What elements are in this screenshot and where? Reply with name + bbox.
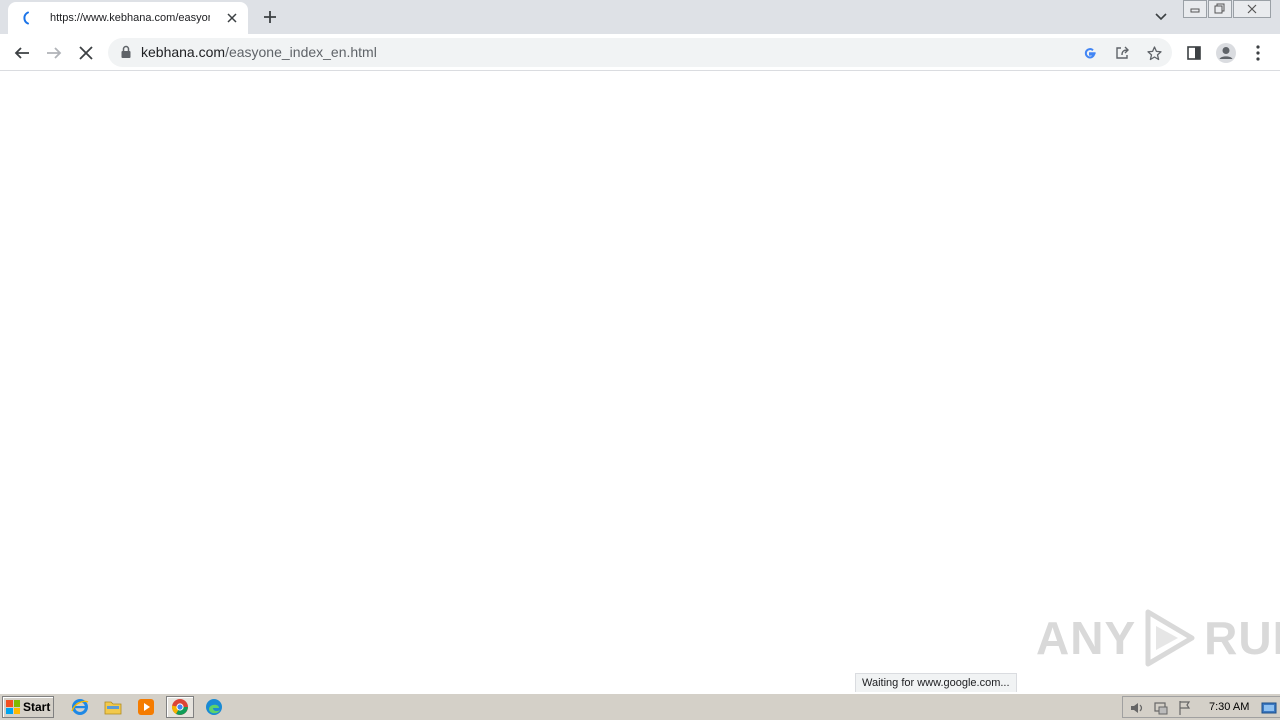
google-lens-icon[interactable] [1079,42,1101,64]
chevron-down-icon [1155,13,1167,21]
taskbar-clock[interactable]: 7:30 AM [1209,701,1249,713]
browser-toolbar: kebhana.com/easyone_index_en.html [0,34,1280,71]
tab-close-icon[interactable] [224,10,240,26]
arrow-left-icon [14,47,29,59]
stop-icon [79,46,93,60]
chrome-taskbar-icon[interactable] [166,696,194,718]
stop-loading-button[interactable] [72,39,100,67]
plus-icon [264,11,276,23]
file-explorer-icon[interactable] [99,696,127,718]
side-panel-icon [1187,46,1201,60]
profile-avatar-icon [1216,43,1236,63]
close-icon [1247,4,1257,14]
profile-button[interactable] [1212,39,1240,67]
status-bubble: Waiting for www.google.com... [855,673,1017,692]
tab-title: https://www.kebhana.com/easyone_index_en… [50,12,210,24]
lock-icon [121,45,131,58]
tab-search-button[interactable] [1150,6,1172,28]
volume-icon[interactable] [1129,700,1145,720]
kebab-menu-icon [1256,45,1260,61]
minimize-button[interactable] [1183,0,1207,18]
close-window-button[interactable] [1233,0,1271,18]
start-button[interactable]: Start [2,696,54,718]
side-panel-button[interactable] [1180,39,1208,67]
loading-spinner-icon [18,10,34,26]
back-button[interactable] [8,39,36,67]
show-desktop-icon[interactable] [1261,700,1277,720]
menu-button[interactable] [1244,39,1272,67]
share-icon[interactable] [1111,42,1133,64]
play-logo-icon [1145,609,1195,667]
edge-taskbar-icon[interactable] [200,696,228,718]
address-url: kebhana.com/easyone_index_en.html [141,44,377,60]
internet-explorer-icon[interactable] [66,696,94,718]
network-icon[interactable] [1153,700,1169,720]
minimize-icon [1190,8,1200,13]
new-tab-button[interactable] [258,5,282,29]
media-player-icon[interactable] [132,696,160,718]
arrow-right-icon [47,47,62,59]
system-tray: 7:30 AM [1122,696,1280,718]
start-label: Start [23,700,51,714]
screen: https://www.kebhana.com/easyone_index_en… [0,0,1280,720]
tab-active[interactable]: https://www.kebhana.com/easyone_index_en… [8,2,248,34]
restore-icon [1214,3,1225,14]
action-center-flag-icon[interactable] [1177,700,1193,720]
page-content [0,72,1280,692]
url-path: /easyone_index_en.html [225,44,377,60]
restore-button[interactable] [1208,0,1232,18]
anyrun-watermark: ANY RUN [1036,608,1280,668]
watermark-left: ANY [1036,612,1137,664]
watermark-right: RUN [1204,612,1280,664]
tab-strip: https://www.kebhana.com/easyone_index_en… [0,0,1280,34]
taskbar: Start 7:30 AM [0,693,1280,720]
bookmark-star-icon[interactable] [1143,42,1165,64]
windows-logo-icon [6,700,20,714]
address-bar[interactable]: kebhana.com/easyone_index_en.html [108,38,1172,67]
forward-button[interactable] [40,39,68,67]
url-domain: kebhana.com [141,44,226,60]
